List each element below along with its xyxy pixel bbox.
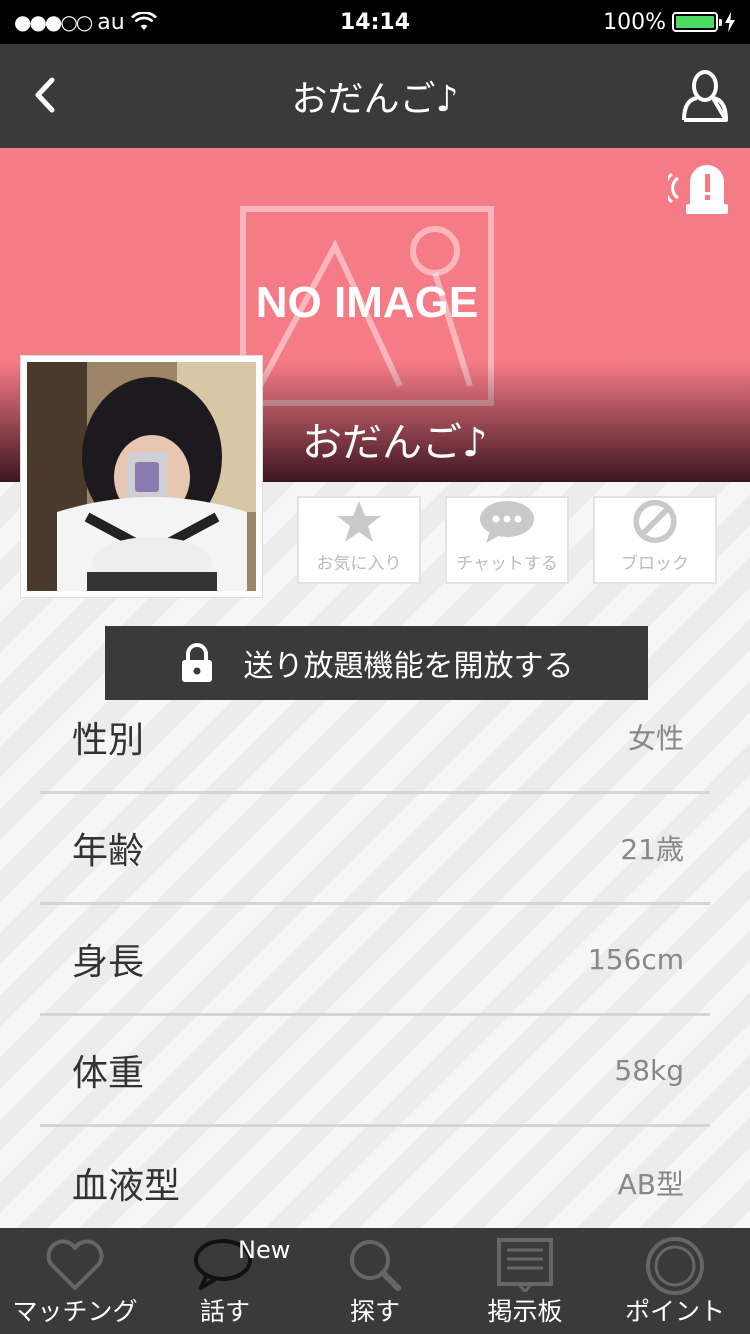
- block-label: ブロック: [621, 554, 689, 574]
- coin-icon: [646, 1237, 704, 1295]
- row-value: AB型: [617, 1167, 684, 1201]
- tab-label: 話す: [199, 1297, 250, 1326]
- tab-label: 掲示板: [487, 1297, 563, 1326]
- wifi-icon: [130, 12, 157, 30]
- nav-title: おだんご♪: [291, 79, 459, 120]
- tab-label: ポイント: [624, 1297, 725, 1326]
- no-image-label: NO IMAGE: [255, 278, 479, 327]
- block-button[interactable]: ブロック: [593, 496, 717, 584]
- charging-icon: [725, 12, 735, 32]
- block-icon: [633, 499, 677, 544]
- tab-label: 探す: [349, 1297, 400, 1326]
- report-alert-icon[interactable]: [668, 160, 730, 216]
- avatar-photo: [27, 362, 256, 591]
- nav-bar: おだんご♪: [0, 44, 750, 148]
- user-profile-icon[interactable]: [680, 68, 730, 124]
- tab-bulletin-board[interactable]: 掲示板: [450, 1228, 600, 1334]
- avatar[interactable]: [20, 355, 263, 598]
- back-chevron-icon[interactable]: [26, 70, 70, 122]
- chat-bubble-icon: [480, 501, 534, 543]
- unlock-label: 送り放題機能を開放する: [243, 649, 574, 684]
- star-icon: [337, 501, 381, 542]
- tab-points[interactable]: ポイント: [600, 1228, 750, 1334]
- new-badge: New: [238, 1236, 291, 1264]
- bulletin-board-icon: [497, 1238, 553, 1292]
- magnifier-icon: [350, 1240, 401, 1291]
- row-value: 58kg: [614, 1053, 684, 1087]
- tab-matching[interactable]: マッチング: [0, 1228, 150, 1334]
- row-value: 156cm: [587, 942, 684, 976]
- row-label: 体重: [72, 1053, 145, 1094]
- battery-icon: [672, 12, 722, 32]
- profile-row-blood-type: 血液型 AB型: [40, 1127, 710, 1238]
- favorite-button[interactable]: お気に入り: [297, 496, 421, 584]
- carrier-name: au: [97, 9, 125, 35]
- tab-talk[interactable]: New 話す: [150, 1228, 300, 1334]
- heart-icon: [46, 1239, 104, 1290]
- profile-row-gender: 性別 女性: [40, 683, 710, 794]
- profile-row-height: 身長 156cm: [40, 905, 710, 1016]
- row-label: 身長: [72, 942, 145, 983]
- status-left: ●●●○○ au: [14, 10, 157, 35]
- profile-row-age: 年齢 21歳: [40, 794, 710, 905]
- avatar-photo-illustration: [27, 362, 256, 591]
- signal-strength-icon: ●●●○○: [14, 10, 93, 34]
- tab-search[interactable]: 探す: [300, 1228, 450, 1334]
- chat-button[interactable]: チャットする: [445, 496, 569, 584]
- row-label: 年齢: [72, 831, 145, 872]
- chat-label: チャットする: [456, 554, 558, 574]
- tab-label: マッチング: [12, 1297, 138, 1326]
- favorite-label: お気に入り: [316, 554, 402, 574]
- row-value: 女性: [627, 722, 684, 755]
- status-bar: ●●●○○ au 14:14 100%: [0, 0, 750, 44]
- row-label: 血液型: [72, 1165, 181, 1207]
- status-right: 100%: [603, 10, 736, 35]
- lock-icon: [181, 643, 212, 682]
- row-label: 性別: [72, 720, 145, 761]
- row-value: 21歳: [620, 833, 684, 866]
- tab-bar: マッチング New 話す 探す 掲示板 ポイント: [0, 1228, 750, 1334]
- profile-name: おだんご♪: [302, 420, 488, 466]
- battery-percent: 100%: [603, 9, 666, 35]
- profile-row-weight: 体重 58kg: [40, 1016, 710, 1127]
